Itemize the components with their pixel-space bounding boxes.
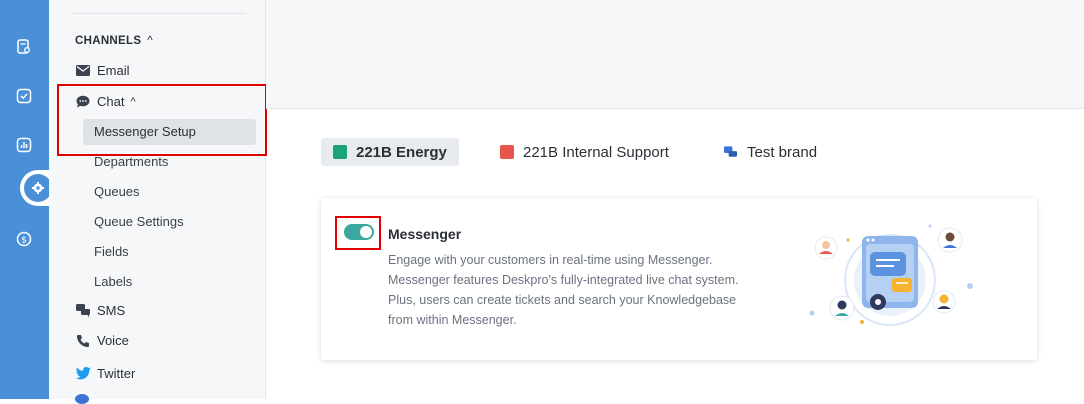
facebook-icon xyxy=(75,394,89,404)
messenger-illustration xyxy=(809,224,973,326)
channels-section-header[interactable]: CHANNELS ^ xyxy=(75,35,153,47)
brand-logo-icon xyxy=(724,145,738,159)
brand-tab-221b-energy[interactable]: 221B Energy xyxy=(321,138,459,166)
sidebar-item-email[interactable]: Email xyxy=(75,63,130,78)
brand-tab-test-brand[interactable]: Test brand xyxy=(724,138,817,166)
sidebar-item-queues-label: Queues xyxy=(94,184,140,199)
brand-tab-221b-internal-support[interactable]: 221B Internal Support xyxy=(500,138,669,166)
highlight-box-toggle xyxy=(335,216,381,250)
sidebar-item-email-label: Email xyxy=(97,63,130,78)
messenger-title: Messenger xyxy=(388,226,462,242)
brand-logo-icon xyxy=(333,145,347,159)
brand-tab-label: Test brand xyxy=(747,143,818,161)
sidebar-item-queues[interactable]: Queues xyxy=(94,184,140,199)
brand-tab-label: 221B Energy xyxy=(356,143,447,161)
chevron-up-icon: ^ xyxy=(147,35,153,47)
twitter-icon xyxy=(75,367,91,381)
sidebar-item-sms-label: SMS xyxy=(97,303,126,318)
messenger-description: Engage with your customers in real-time … xyxy=(388,253,739,327)
sidebar-item-labels[interactable]: Labels xyxy=(94,274,132,289)
sidebar-item-fields-label: Fields xyxy=(94,244,129,259)
sms-icon xyxy=(75,304,91,318)
sidebar-item-sms[interactable]: SMS xyxy=(75,303,125,318)
sidebar-item-queue-settings[interactable]: Queue Settings xyxy=(94,214,184,229)
sidebar-item-voice-label: Voice xyxy=(97,333,129,348)
page-header-band xyxy=(266,0,1084,109)
svg-text:$: $ xyxy=(21,235,27,245)
sidebar-item-departments[interactable]: Departments xyxy=(94,154,168,169)
sidebar-item-twitter-label: Twitter xyxy=(97,366,136,381)
checkbox-icon[interactable] xyxy=(14,86,34,106)
divider xyxy=(71,13,246,14)
phone-icon xyxy=(75,334,91,348)
search-doc-icon[interactable] xyxy=(14,37,34,57)
report-icon[interactable] xyxy=(14,135,34,155)
settings-icon[interactable] xyxy=(24,174,52,202)
sidebar-item-twitter[interactable]: Twitter xyxy=(75,366,135,381)
sidebar-item-labels-label: Labels xyxy=(94,274,133,289)
sidebar-item-fields[interactable]: Fields xyxy=(94,244,129,259)
channels-section-title: CHANNELS xyxy=(75,35,142,47)
sidebar-item-departments-label: Departments xyxy=(94,154,169,169)
sidebar-item-queue-settings-label: Queue Settings xyxy=(94,214,184,229)
brand-tab-label: 221B Internal Support xyxy=(523,143,669,161)
brand-logo-icon xyxy=(500,145,514,159)
highlight-box-chat xyxy=(57,84,267,156)
sidebar-item-voice[interactable]: Voice xyxy=(75,333,129,348)
envelope-icon xyxy=(75,64,91,78)
billing-icon[interactable]: $ xyxy=(14,229,34,249)
